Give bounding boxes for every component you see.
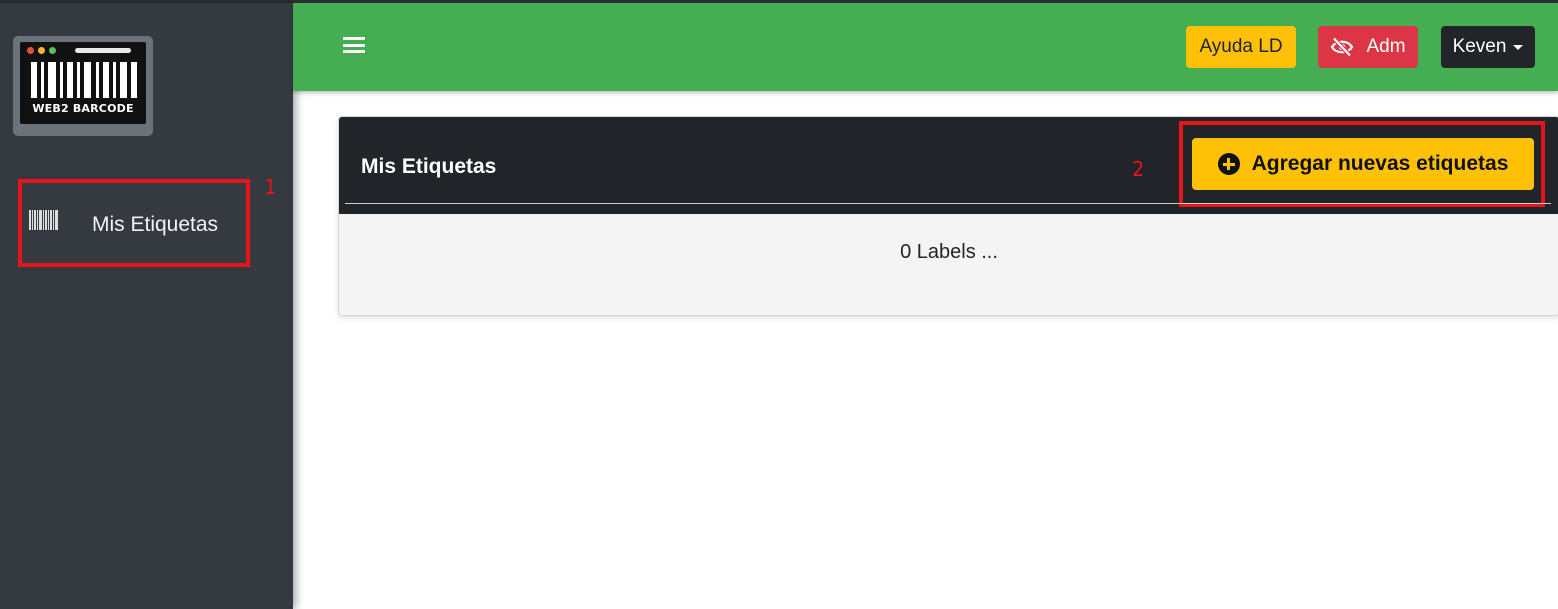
sidebar-item-label: Mis Etiquetas <box>92 213 219 236</box>
divider <box>345 203 1551 204</box>
barcode-icon <box>29 210 59 230</box>
card-header: Mis Etiquetas 2 Agregar nuevas etiquetas <box>339 117 1558 214</box>
user-dropdown[interactable]: Keven <box>1441 26 1535 68</box>
eye-slash-icon <box>1331 37 1354 57</box>
app-logo[interactable]: WEB2 BARCODE <box>13 36 153 136</box>
annotation-number-1: 1 <box>264 175 277 199</box>
logo-barcode-icon <box>31 62 137 98</box>
hamburger-icon[interactable] <box>343 37 365 53</box>
admin-button-label: Adm <box>1366 36 1406 57</box>
sidebar-item-mis-etiquetas[interactable]: Mis Etiquetas <box>18 179 250 267</box>
caret-down-icon <box>1513 44 1524 50</box>
empty-state-text: 0 Labels ... <box>900 241 998 263</box>
user-name: Keven <box>1452 36 1507 57</box>
sidebar: WEB2 BARCODE Mis Etiquetas <box>0 3 293 609</box>
help-button[interactable]: Ayuda LD <box>1186 26 1296 68</box>
annotation-number-2: 2 <box>1132 157 1145 181</box>
logo-text: WEB2 BARCODE <box>32 102 134 115</box>
logo-urlbar <box>75 48 131 53</box>
logo-graphic: WEB2 BARCODE <box>20 42 146 124</box>
logo-window-dots <box>27 47 56 54</box>
add-labels-button-label: Agregar nuevas etiquetas <box>1251 152 1509 175</box>
plus-circle-icon <box>1217 153 1240 175</box>
labels-card: Mis Etiquetas 2 Agregar nuevas etiquetas… <box>338 116 1558 316</box>
add-labels-button[interactable]: Agregar nuevas etiquetas <box>1192 138 1534 190</box>
admin-button[interactable]: Adm <box>1318 26 1418 68</box>
top-navbar: Ayuda LD Adm Keven <box>293 3 1558 91</box>
card-title: Mis Etiquetas <box>361 155 497 178</box>
